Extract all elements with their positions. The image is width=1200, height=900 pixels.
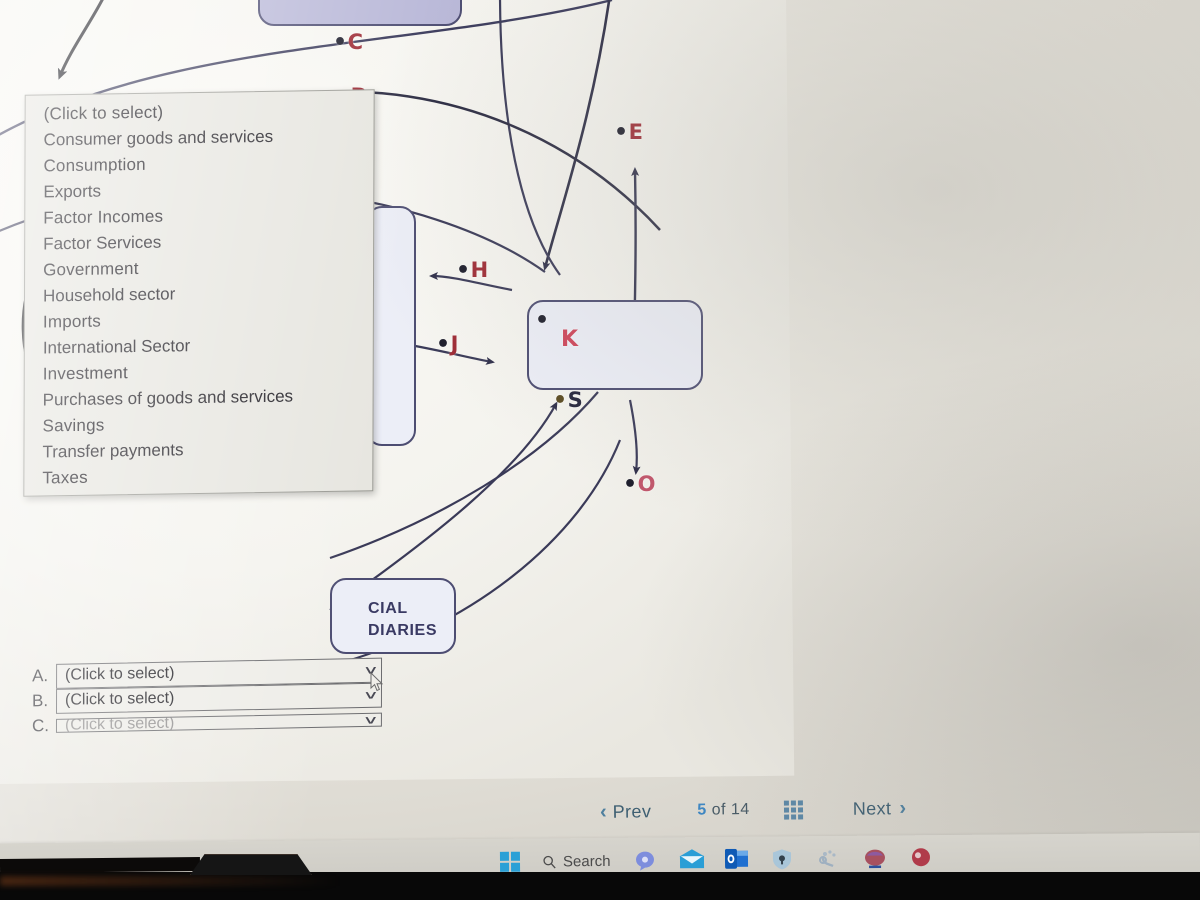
answer-letter-c: C. [31, 716, 50, 736]
diagram-label-o: •O [623, 472, 656, 497]
arc-right-to-center [542, 0, 611, 271]
monitor-bezel-bottom [0, 854, 1200, 900]
arrow-to-dropdown [57, 0, 104, 80]
arc-right-inner [498, 0, 561, 276]
diagram-label-k-dot: • [535, 308, 550, 333]
financial-intermediaries-label: CIAL DIARIES [368, 598, 478, 641]
label-dot: • [456, 258, 471, 283]
taskbar-search-label: Search [562, 852, 611, 870]
diagram-label-j: •J [436, 332, 459, 357]
diagram-label-k: K [561, 327, 579, 352]
diagram-label-h: •H [456, 258, 489, 283]
monitor-stand [190, 854, 312, 875]
chevron-left-icon[interactable]: ‹ [600, 800, 607, 823]
diagram-label-s: •S [553, 388, 584, 413]
answer-select-group: A. (Click to select) ˅ B. (Click to sele… [30, 657, 383, 739]
dropdown-option-14[interactable]: Taxes [24, 460, 372, 491]
app-icon-2[interactable] [908, 847, 932, 869]
label-dot: • [623, 472, 638, 497]
page-current: 5 [697, 801, 707, 819]
search-icon [543, 855, 556, 869]
screenshot-root: CIAL DIARIES •C •D •E •H •J • K •S •O [0, 0, 1200, 900]
taskbar-search[interactable]: Search [542, 852, 611, 870]
label-dot: • [436, 332, 451, 357]
label-dot: • [614, 120, 629, 145]
page-separator: of [711, 801, 727, 819]
answer-value-b: (Click to select) [65, 689, 175, 709]
label-dot: • [535, 308, 550, 333]
answer-letter-a: A. [32, 666, 49, 686]
arrow-down-to-o [628, 399, 641, 475]
page-indicator: 5 of 14 [697, 801, 750, 820]
chevron-down-icon[interactable]: ˅ [365, 713, 376, 728]
page-total: 14 [730, 801, 750, 819]
windows-start-icon[interactable] [499, 851, 521, 872]
bezel-reflection [0, 876, 340, 886]
diagram-label-e: •E [614, 120, 644, 145]
monitor-screen: CIAL DIARIES •C •D •E •H •J • K •S •O [0, 0, 1200, 860]
prev-button[interactable]: Prev [613, 801, 652, 822]
pagination-bar: ‹ Prev 5 of 14 Next › [600, 785, 1070, 833]
k-box [527, 300, 703, 390]
open-dropdown-list[interactable]: (Click to select) Consumer goods and ser… [23, 89, 375, 497]
label-dot: • [333, 30, 348, 55]
mouse-cursor-icon [370, 672, 384, 692]
answer-letter-b: B. [32, 691, 49, 711]
answer-value-c: (Click to select) [64, 714, 175, 733]
diagram-label-c: •C [333, 30, 364, 55]
grid-menu-icon[interactable] [783, 799, 803, 820]
fi-line-1: CIAL DIARIES [368, 600, 438, 639]
monitor-bezel-left [0, 856, 201, 874]
shield-icon[interactable] [770, 848, 794, 870]
answer-value-a: (Click to select) [65, 664, 175, 684]
app-icon-1[interactable] [862, 848, 886, 870]
chat-icon[interactable] [632, 850, 656, 872]
answer-select-c[interactable]: (Click to select) ˅ [55, 712, 382, 733]
label-dot: • [553, 388, 568, 413]
chevron-right-icon[interactable]: › [899, 797, 906, 820]
top-purple-box [258, 0, 462, 26]
outlook-icon[interactable] [724, 848, 748, 871]
next-button-label: Next [852, 797, 892, 819]
next-button[interactable]: Next › [853, 797, 913, 821]
settings-icon[interactable] [816, 848, 840, 870]
mail-icon[interactable] [678, 849, 704, 871]
